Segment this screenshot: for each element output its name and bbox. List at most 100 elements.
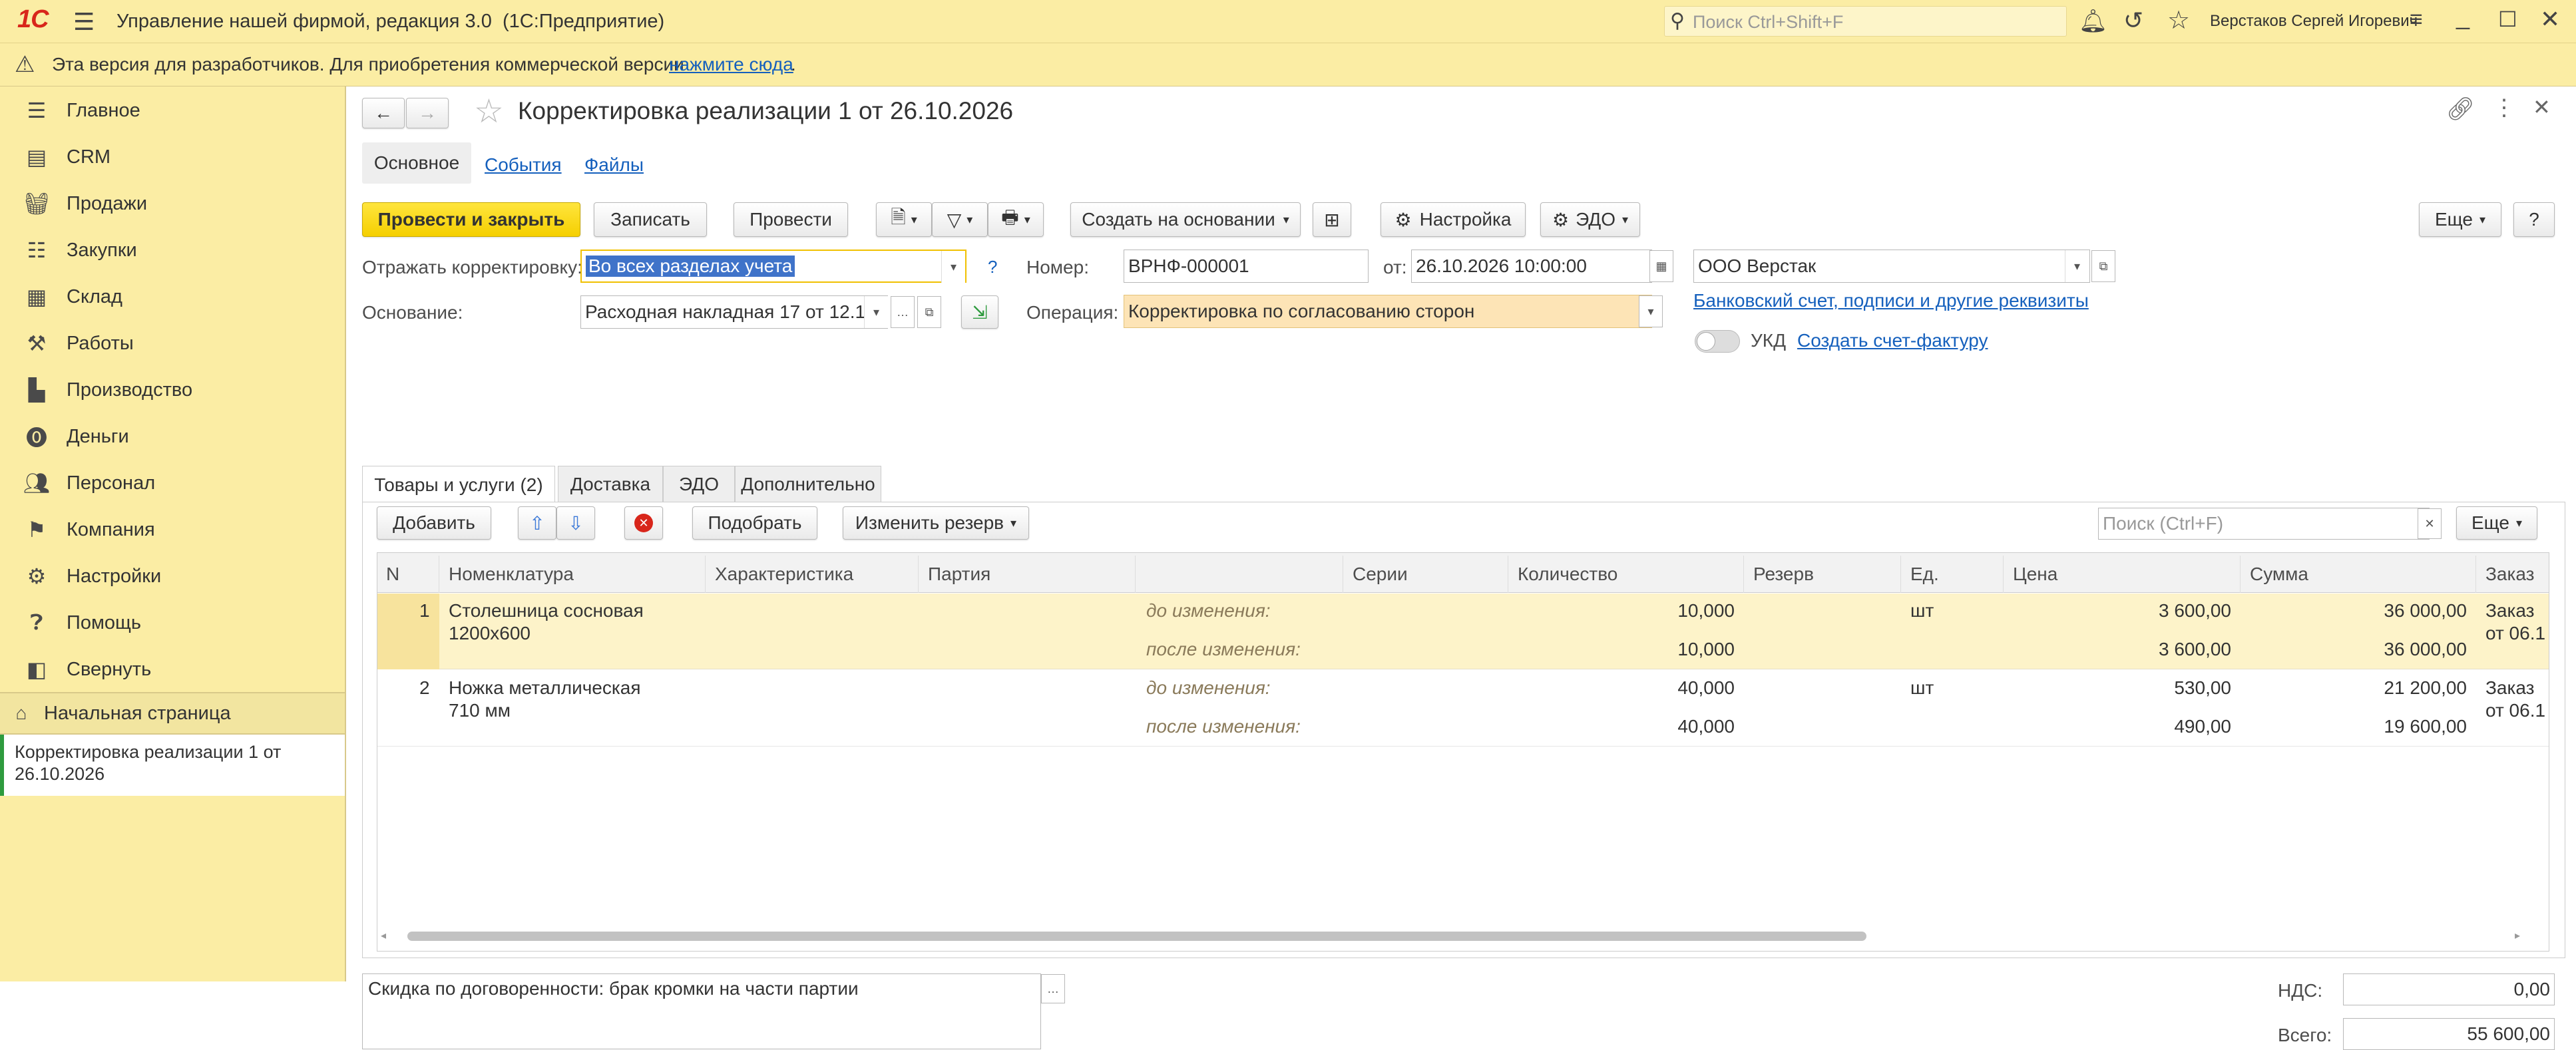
more-actions-icon[interactable]: ⋮ (2493, 94, 2515, 121)
sidebar-item-company[interactable]: ⚑ Компания (0, 506, 345, 553)
history-icon[interactable]: ↺ (2123, 7, 2143, 35)
close-form-icon[interactable]: ✕ (2533, 94, 2551, 120)
column-header-price[interactable]: Цена (2004, 556, 2241, 593)
save-button[interactable]: Записать (594, 202, 707, 237)
add-button[interactable]: Добавить (377, 506, 491, 540)
change-reserve-button[interactable]: Изменить резерв ▾ (843, 506, 1029, 540)
sidebar-item-collapse[interactable]: ◧ Свернуть (0, 646, 345, 693)
number-field[interactable]: ВРНФ-000001 (1124, 250, 1369, 283)
total-value: 55 600,00 (2343, 1018, 2555, 1050)
create-invoice-link[interactable]: Создать счет-фактуру (1797, 330, 1988, 351)
sidebar-item-production[interactable]: ▙ Производство (0, 367, 345, 413)
sidebar-item-crm[interactable]: ▤ CRM (0, 134, 345, 180)
user-name[interactable]: Верстаков Сергей Игоревич (2210, 12, 2418, 31)
delete-button[interactable]: ✕ (624, 506, 663, 540)
comment-expand-button[interactable]: … (1041, 974, 1065, 1003)
post-and-close-button[interactable]: Провести и закрыть (362, 202, 580, 237)
scroll-right-icon[interactable]: ▸ (2515, 929, 2520, 942)
pick-button[interactable]: Подобрать (692, 506, 817, 540)
link-icon[interactable]: 🔗︎ (2446, 96, 2475, 122)
sidebar-item-money[interactable]: ⓿ Деньги (0, 413, 345, 460)
tab-goods[interactable]: Товары и услуги (2) (362, 466, 555, 503)
operation-dropdown[interactable]: ▾ (1639, 295, 1663, 327)
basis-dropdown[interactable]: ▾ (864, 296, 888, 328)
post-button[interactable]: Провести (734, 202, 848, 237)
clear-search-button[interactable]: ✕ (2418, 508, 2442, 539)
subtab-files[interactable]: Файлы (584, 154, 644, 176)
close-window-icon[interactable]: ✕ (2540, 5, 2560, 33)
back-button[interactable]: ← (362, 98, 405, 128)
structure-button[interactable]: ⊞ (1313, 202, 1351, 237)
maximize-icon[interactable]: ☐ (2498, 7, 2517, 32)
column-header-state[interactable] (1136, 556, 1343, 593)
favorite-star-icon[interactable]: ☆ (474, 92, 504, 130)
sidebar-open-document[interactable]: Корректировка реализации 1 от 26.10.2026 (0, 735, 345, 796)
sidebar-item-personnel[interactable]: 👥︎ Персонал (0, 460, 345, 506)
subtab-main[interactable]: Основное (362, 142, 471, 184)
column-header-characteristic[interactable]: Характеристика (706, 556, 919, 593)
basis-open-button[interactable]: ⧉ (917, 296, 941, 328)
minimize-icon[interactable]: _ (2456, 3, 2469, 31)
more-button[interactable]: Еще ▾ (2419, 202, 2501, 237)
reflect-field[interactable]: Во всех разделах учета (580, 250, 966, 283)
horizontal-scrollbar[interactable] (407, 932, 1866, 941)
operation-field[interactable]: Корректировка по согласованию сторон (1124, 295, 1652, 328)
structure-icon: ⊞ (1324, 209, 1340, 230)
settings-menu-icon[interactable]: ≡ (2410, 7, 2423, 33)
people-icon: 👥︎ (23, 471, 51, 495)
global-search[interactable]: ⚲ Поиск Ctrl+Shift+F (1664, 6, 2067, 37)
sidebar-item-help[interactable]: ❓︎ Помощь (0, 600, 345, 646)
move-up-button[interactable]: ⇧ (518, 506, 556, 540)
reflect-help[interactable]: ? (988, 257, 997, 277)
calendar-button[interactable]: ▦ (1649, 250, 1673, 282)
column-header-order[interactable]: Заказ (2476, 556, 2549, 593)
table-search-field[interactable]: Поиск (Ctrl+F) (2098, 508, 2430, 540)
tab-delivery[interactable]: Доставка (558, 466, 663, 502)
edo-button[interactable]: ⚙ ЭДО ▾ (1540, 202, 1640, 237)
column-header-unit[interactable]: Ед. (1901, 556, 2004, 593)
documents-dropdown-button[interactable]: 🗎︎ ▾ (876, 202, 932, 237)
main-menu-icon[interactable]: ☰ (73, 8, 95, 36)
basis-select-button[interactable]: … (891, 296, 915, 328)
column-header-quantity[interactable]: Количество (1508, 556, 1744, 593)
sidebar-item-purchases[interactable]: ☷ Закупки (0, 227, 345, 273)
favorites-star-icon[interactable]: ☆ (2167, 5, 2190, 35)
bank-details-link[interactable]: Банковский счет, подписи и другие реквиз… (1693, 290, 2089, 311)
tab-additional[interactable]: Дополнительно (735, 466, 881, 502)
sidebar-item-main[interactable]: ☰ Главное (0, 87, 345, 134)
sidebar-item-settings[interactable]: ⚙ Настройки (0, 553, 345, 600)
basis-field[interactable]: Расходная накладная 17 от 12.10 (580, 295, 888, 329)
help-button[interactable]: ? (2513, 202, 2555, 237)
print-dropdown-button[interactable]: 🖶︎ ▾ (988, 202, 1044, 237)
settings-button[interactable]: ⚙ Настройка (1381, 202, 1526, 237)
move-down-button[interactable]: ⇩ (556, 506, 595, 540)
fill-from-basis-button[interactable]: ⇲ (961, 295, 998, 329)
company-field[interactable]: ООО Верстак (1693, 250, 2090, 283)
forward-button[interactable]: → (406, 98, 449, 128)
scroll-left-icon[interactable]: ◂ (381, 929, 386, 942)
comment-field[interactable]: Скидка по договоренности: брак кромки на… (362, 973, 1041, 1049)
sidebar-item-warehouse[interactable]: ▦ Склад (0, 273, 345, 320)
sidebar-item-sales[interactable]: 🧺︎ Продажи (0, 180, 345, 227)
column-header-reserve[interactable]: Резерв (1744, 556, 1901, 593)
column-header-batch[interactable]: Партия (919, 556, 1136, 593)
company-open-button[interactable]: ⧉ (2091, 250, 2115, 282)
column-header-sum[interactable]: Сумма (2241, 556, 2476, 593)
reflect-dropdown[interactable]: ▾ (941, 251, 965, 283)
subtab-events[interactable]: События (485, 154, 562, 176)
table-more-button[interactable]: Еще ▾ (2456, 506, 2537, 540)
bell-icon[interactable]: 🔔︎ (2079, 8, 2107, 35)
column-header-n[interactable]: N (377, 556, 439, 593)
column-header-series[interactable]: Серии (1343, 556, 1508, 593)
approval-dropdown-button[interactable]: ▽ ▾ (932, 202, 988, 237)
sidebar-item-works[interactable]: ⚒ Работы (0, 320, 345, 367)
sidebar-home-page[interactable]: ⌂ Начальная страница (0, 693, 345, 733)
ukd-toggle[interactable] (1695, 330, 1740, 353)
column-header-nomenclature[interactable]: Номенклатура (439, 556, 706, 593)
create-based-on-button[interactable]: Создать на основании ▾ (1070, 202, 1301, 237)
tab-edo[interactable]: ЭДО (663, 466, 735, 502)
company-dropdown[interactable]: ▾ (2065, 250, 2089, 282)
warning-link[interactable]: нажмите сюда (669, 54, 793, 75)
sidebar: ☰ Главное ▤ CRM 🧺︎ Продажи ☷ Закупки ▦ Склад … (0, 87, 346, 981)
date-field[interactable]: 26.10.2026 10:00:00 (1411, 250, 1652, 283)
